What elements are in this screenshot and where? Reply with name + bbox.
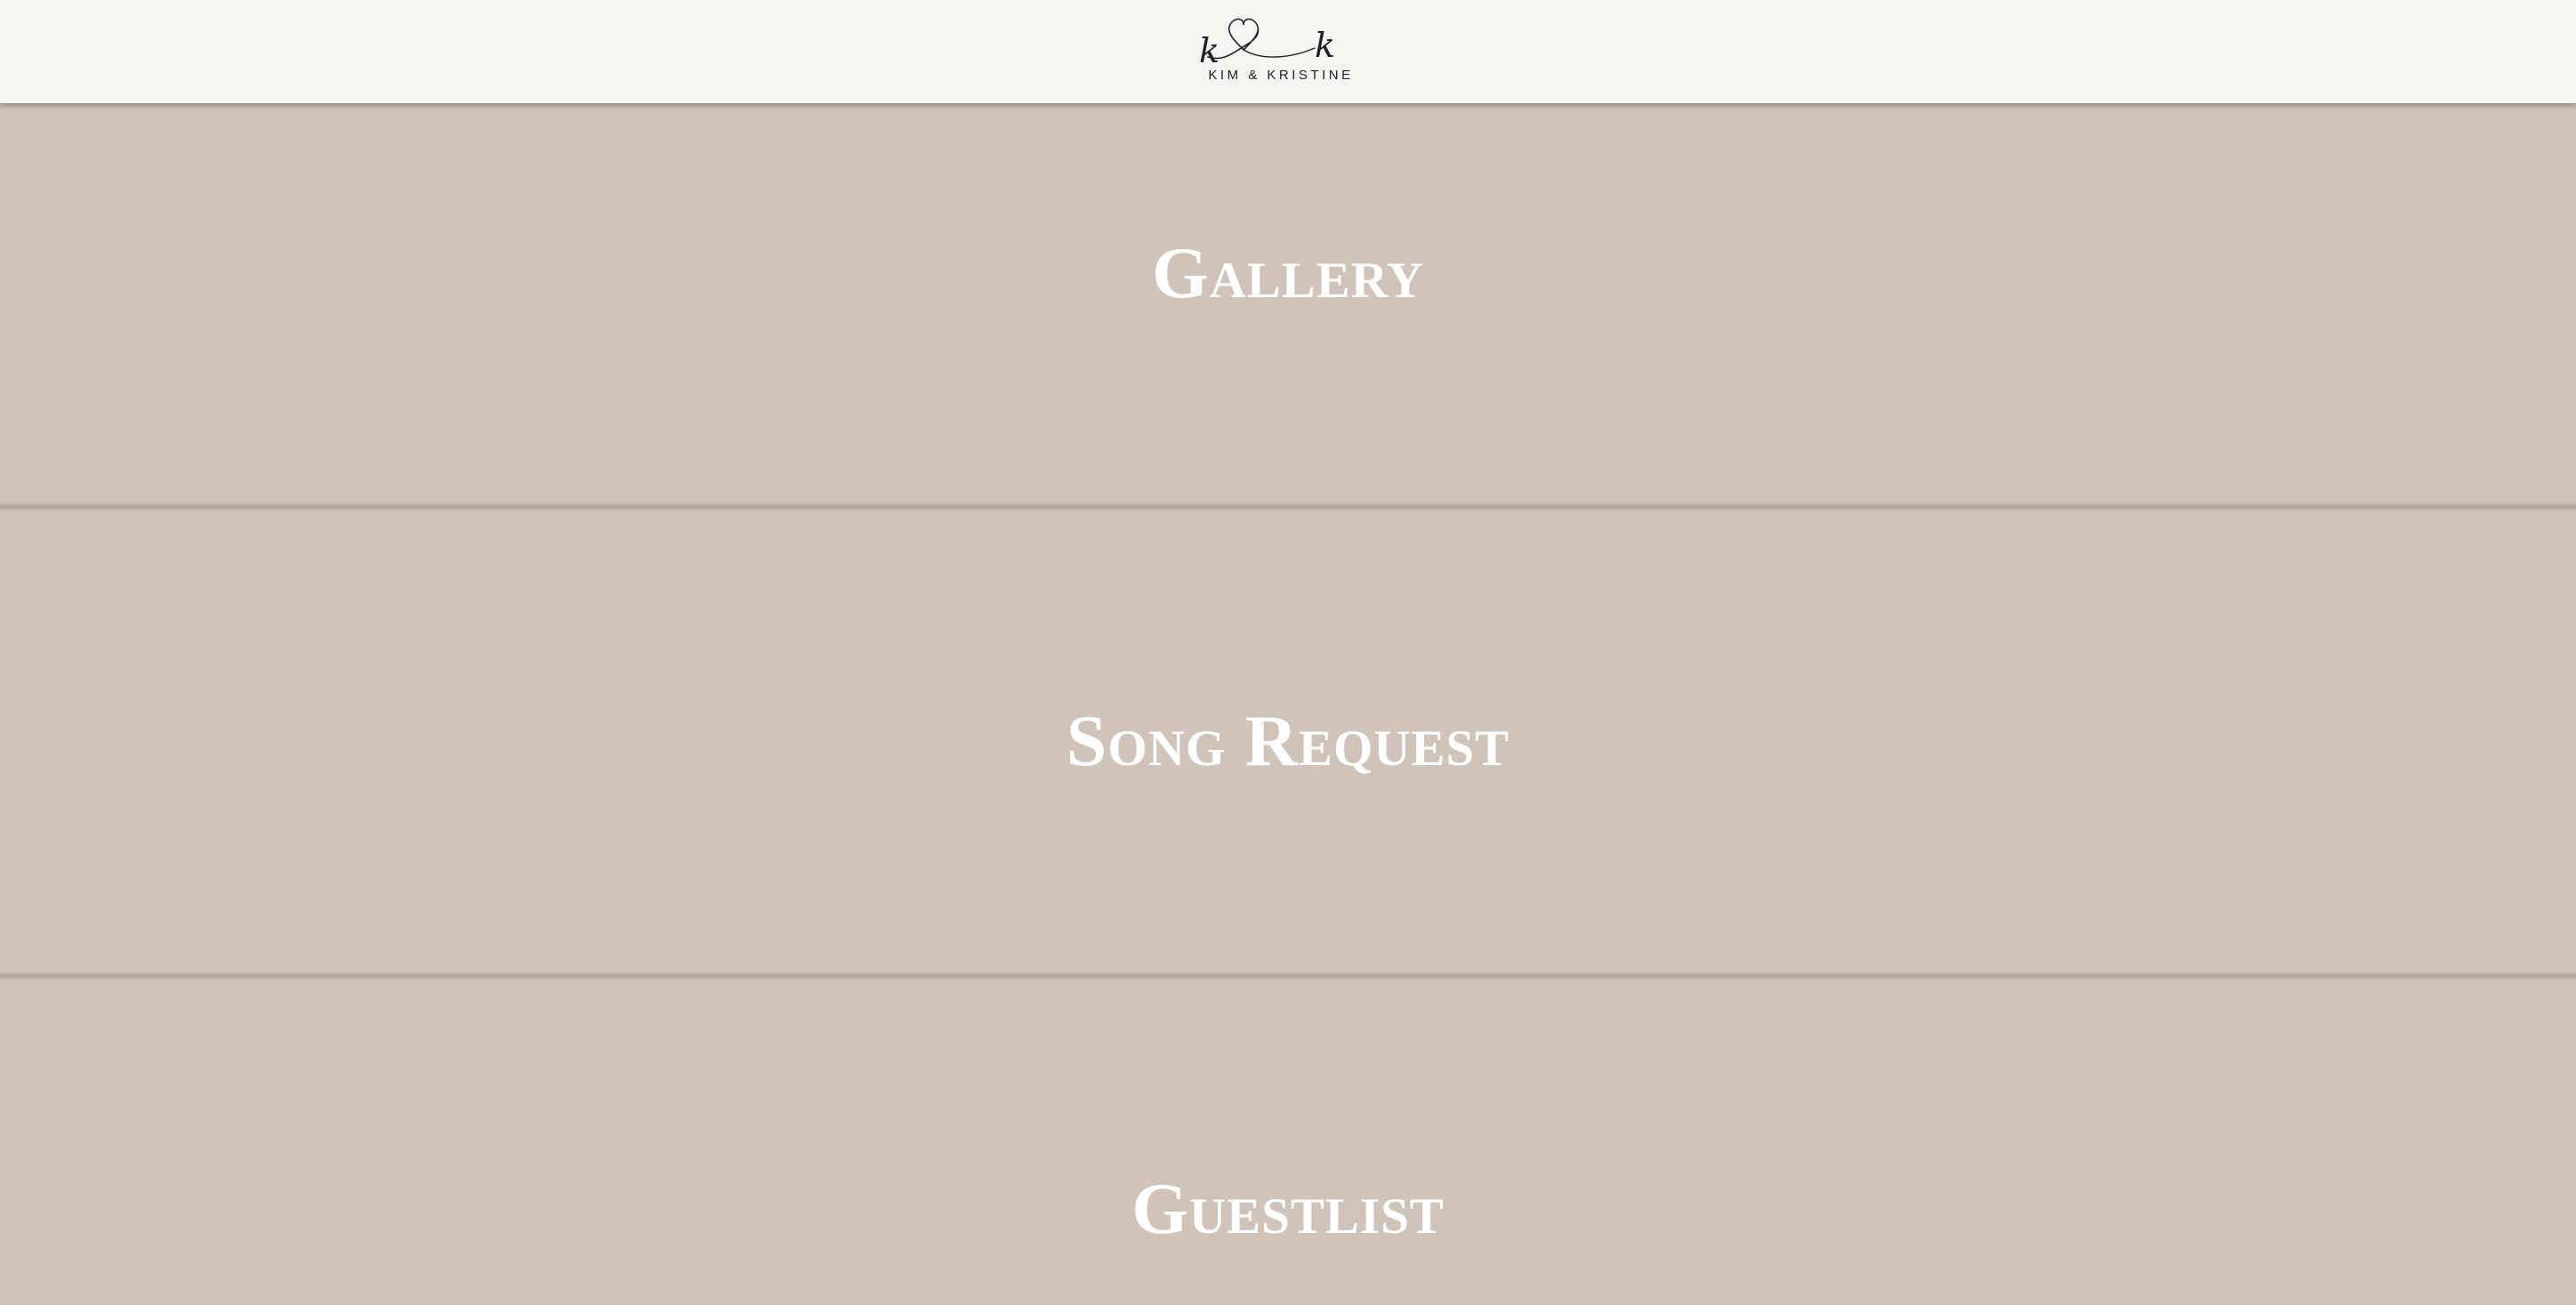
guestlist-title: Guestlist: [1131, 1168, 1445, 1249]
svg-text:k: k: [1315, 26, 1335, 65]
section-divider: [0, 971, 2576, 980]
logo-text: KIM & KRISTINE: [1208, 68, 1354, 83]
page: k k KIM & KRISTINE Gallery Song Request …: [0, 0, 2576, 1305]
gallery-section-link[interactable]: Gallery: [0, 103, 2576, 507]
guestlist-section-link[interactable]: Guestlist: [0, 975, 2576, 1305]
section-divider: [0, 503, 2576, 512]
svg-text:k: k: [1199, 31, 1220, 69]
song-request-title: Song Request: [1066, 700, 1510, 781]
gallery-title: Gallery: [1151, 232, 1425, 313]
monogram-heart-icon: k k: [1199, 18, 1335, 69]
site-logo[interactable]: k k KIM & KRISTINE: [1192, 7, 1370, 96]
song-request-section-link[interactable]: Song Request: [0, 507, 2576, 975]
site-header: k k KIM & KRISTINE: [0, 0, 2576, 103]
